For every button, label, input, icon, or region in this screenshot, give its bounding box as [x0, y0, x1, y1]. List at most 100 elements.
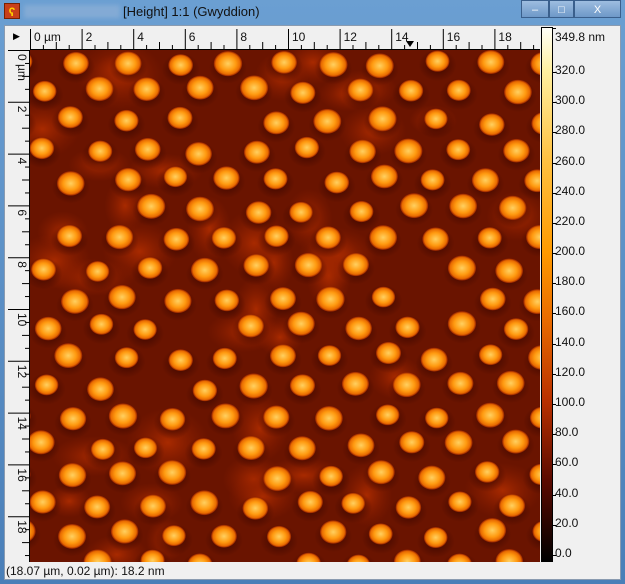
color-scale-label: 0.0 [555, 546, 572, 560]
particle [345, 316, 373, 341]
ruler-label: 2 [86, 30, 93, 44]
height-map-image[interactable] [30, 50, 540, 562]
particle [163, 166, 188, 188]
particle [479, 287, 506, 311]
particle [192, 379, 218, 402]
particle [168, 349, 193, 372]
color-scale-label: 280.0 [555, 123, 586, 138]
ruler-label: 12 [15, 365, 29, 379]
particle [471, 168, 500, 193]
particle [342, 252, 370, 277]
particle [133, 77, 161, 102]
color-scale-label: 80.0 [555, 425, 579, 440]
particle [349, 200, 374, 223]
ruler-menu-arrow-icon[interactable]: ▶ [13, 31, 20, 42]
particle [447, 255, 477, 281]
particle [370, 164, 398, 189]
particle [114, 167, 142, 192]
color-scale-label: 100.0 [555, 395, 586, 410]
maximize-button[interactable]: □ [549, 0, 574, 18]
particle [287, 311, 315, 336]
particle [34, 316, 62, 341]
particle [271, 50, 298, 74]
particle [245, 201, 272, 224]
particle [133, 319, 157, 340]
color-scale-tick [552, 162, 556, 164]
ruler-label: 6 [15, 209, 29, 216]
color-scale-label: 140.0 [555, 334, 586, 349]
particle [213, 50, 243, 77]
particle [503, 138, 530, 163]
particle [447, 311, 477, 337]
particle [288, 436, 316, 461]
particle [185, 142, 212, 166]
ruler-label: 8 [240, 30, 247, 44]
color-scale-tick [552, 28, 556, 29]
particle [400, 193, 429, 219]
particle [159, 407, 186, 431]
particle [237, 435, 265, 461]
particle [349, 139, 376, 164]
particle [496, 370, 525, 396]
particle [347, 433, 375, 458]
title-bar[interactable]: ʕ [Height] 1:1 (Gwyddion) ‒ □ X [0, 0, 625, 24]
particle [290, 81, 316, 104]
cursor-marker-icon [406, 41, 414, 47]
gwyddion-icon[interactable]: ʕ [4, 3, 20, 19]
particle [214, 289, 240, 312]
particle [85, 261, 110, 282]
particle [341, 492, 366, 514]
particle [211, 226, 237, 249]
particle [168, 54, 194, 77]
particle [85, 76, 114, 102]
ruler-label: 4 [15, 158, 29, 165]
particle [239, 373, 268, 399]
particle [315, 226, 341, 249]
color-scale-tick [552, 373, 556, 375]
minimize-button[interactable]: ‒ [521, 0, 549, 18]
color-scale-tick [552, 71, 556, 73]
particle [297, 490, 323, 514]
ruler-label: 2 [15, 106, 29, 113]
particle [32, 80, 57, 102]
particle [105, 224, 134, 250]
particle [191, 438, 216, 460]
particle [476, 402, 505, 428]
particle [375, 341, 402, 365]
particle [319, 52, 348, 78]
particle [347, 78, 374, 102]
color-scale-tick [552, 555, 556, 556]
particle [478, 344, 503, 366]
particle [371, 286, 396, 308]
particle [164, 288, 192, 314]
particle [63, 51, 89, 75]
gwyddion-window: ʕ [Height] 1:1 (Gwyddion) ‒ □ X ▶ 0 µm 2 4… [0, 0, 625, 584]
particle [30, 137, 55, 160]
color-scale-label: 20.0 [555, 515, 579, 530]
color-scale-tick [552, 434, 556, 436]
particle [263, 466, 292, 492]
particle [114, 347, 139, 369]
particle [212, 347, 237, 370]
ruler-label: 18 [498, 30, 512, 44]
ruler-label: 0 µm [34, 30, 61, 44]
particle [495, 258, 524, 284]
particle [392, 372, 421, 398]
particle [448, 491, 472, 513]
particle [446, 139, 471, 161]
close-button[interactable]: X [574, 0, 621, 18]
color-scale-tick [552, 494, 556, 496]
particle [474, 461, 500, 483]
status-bar: (18.07 µm, 0.02 µm): 18.2 nm [6, 564, 165, 578]
particle [90, 438, 115, 460]
color-scale-tick [552, 192, 556, 194]
particle [424, 407, 449, 429]
particle [317, 345, 342, 366]
particle [139, 494, 167, 518]
particle [243, 253, 270, 277]
color-scale-label: 240.0 [555, 183, 586, 198]
particle [269, 344, 296, 368]
particle [294, 136, 320, 159]
horizontal-ruler: 0 µm 2 4 6 8 10 12 14 16 18 [30, 27, 540, 50]
particle [447, 371, 474, 395]
